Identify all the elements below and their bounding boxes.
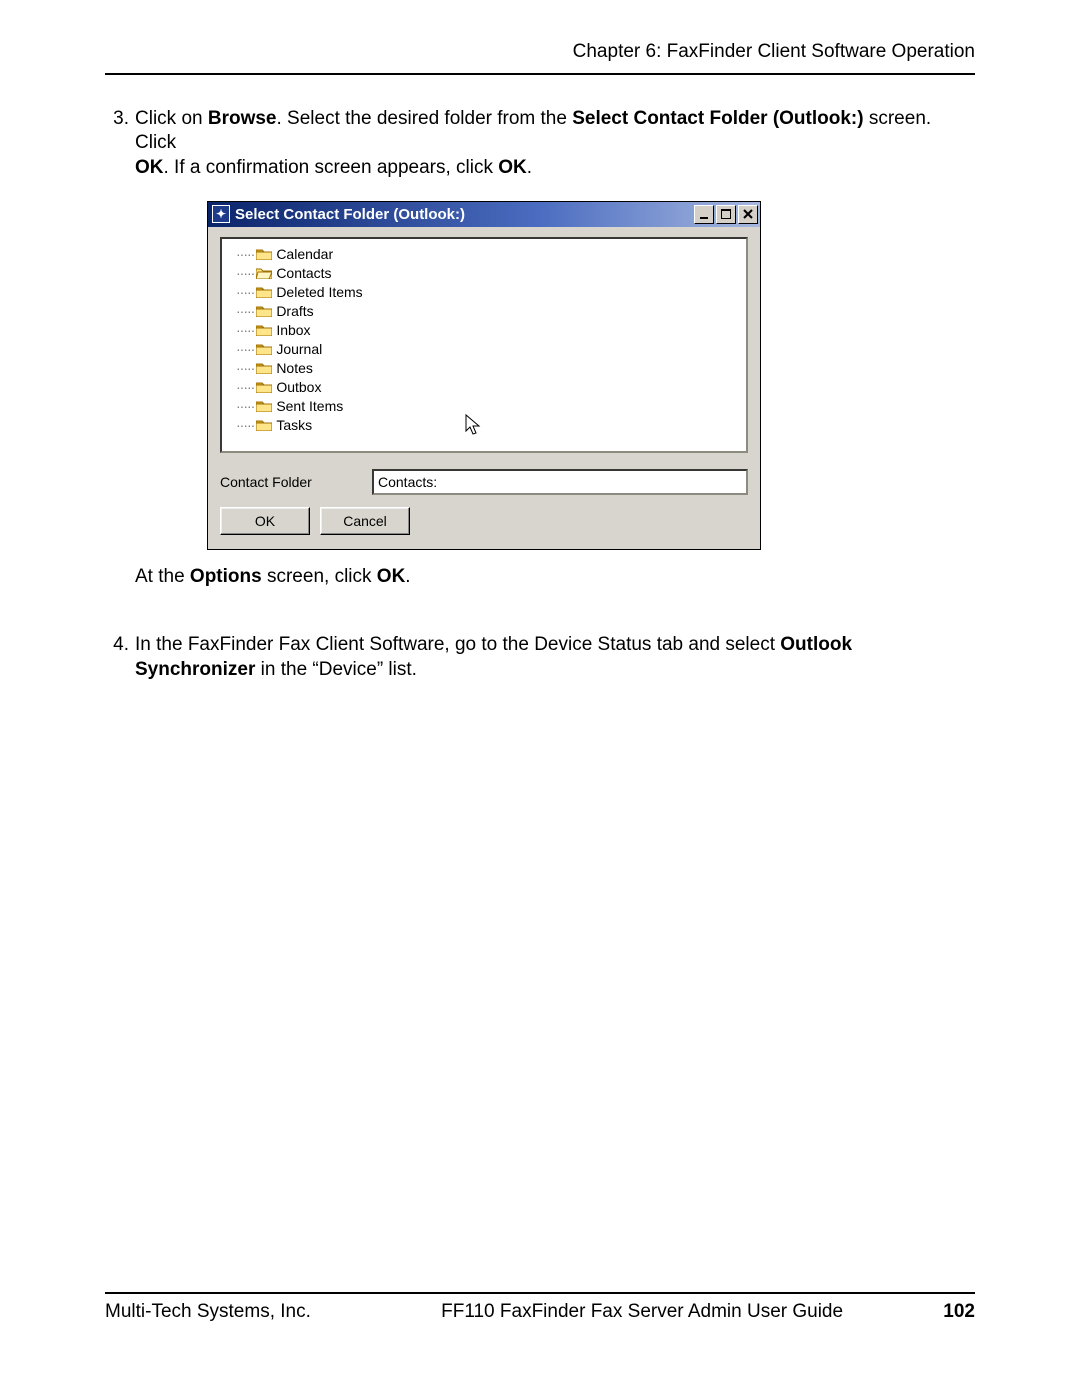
- folder-closed-icon: [256, 419, 272, 431]
- text: .: [405, 566, 410, 587]
- tree-connector-icon: ·····: [236, 397, 254, 415]
- cancel-button[interactable]: Cancel: [320, 507, 410, 535]
- titlebar: ✦ Select Contact Folder (Outlook:): [208, 202, 760, 227]
- tree-item[interactable]: ····· Tasks: [226, 416, 742, 435]
- bold: Select Contact Folder (Outlook:): [572, 108, 863, 129]
- folder-closed-icon: [256, 305, 272, 317]
- tree-item[interactable]: ····· Journal: [226, 340, 742, 359]
- dialog-body: ····· Calendar ····· Contacts ····· Dele…: [208, 227, 760, 549]
- step-number: 4.: [105, 633, 135, 682]
- tree-item-label: Journal: [276, 340, 322, 358]
- step-3: 3. Click on Browse. Select the desired f…: [105, 107, 975, 181]
- tree-item[interactable]: ····· Notes: [226, 359, 742, 378]
- dialog-window: ✦ Select Contact Folder (Outlook:): [207, 201, 761, 550]
- dialog-screenshot: ✦ Select Contact Folder (Outlook:): [207, 201, 759, 550]
- dialog-buttons: OK Cancel: [220, 507, 748, 535]
- contact-folder-label: Contact Folder: [220, 473, 364, 491]
- minimize-button[interactable]: [694, 205, 714, 224]
- tree-item-label: Contacts: [276, 264, 331, 282]
- tree-connector-icon: ·····: [236, 283, 254, 301]
- tree-item[interactable]: ····· Outbox: [226, 378, 742, 397]
- tree-connector-icon: ·····: [236, 321, 254, 339]
- folder-closed-icon: [256, 381, 272, 393]
- tree-item-label: Calendar: [276, 245, 333, 263]
- bold: OK: [498, 157, 527, 178]
- tree-item[interactable]: ····· Sent Items: [226, 397, 742, 416]
- folder-closed-icon: [256, 324, 272, 336]
- text: screen, click: [262, 566, 377, 587]
- tree-item-label: Sent Items: [276, 397, 343, 415]
- contact-folder-value: Contacts:: [378, 473, 437, 491]
- header-rule: [105, 73, 975, 75]
- folder-open-icon: [256, 267, 272, 279]
- bold: OK: [377, 566, 406, 587]
- text: . Select the desired folder from the: [277, 108, 573, 129]
- text: .: [527, 157, 532, 178]
- tree-connector-icon: ·····: [236, 302, 254, 320]
- contact-folder-input[interactable]: Contacts:: [372, 469, 748, 495]
- tree-connector-icon: ·····: [236, 359, 254, 377]
- step-body: In the FaxFinder Fax Client Software, go…: [135, 633, 975, 682]
- text: At the: [135, 566, 190, 587]
- footer-company: Multi-Tech Systems, Inc.: [105, 1300, 311, 1325]
- tree-item-label: Inbox: [276, 321, 310, 339]
- footer-rule: [105, 1292, 975, 1294]
- tree-item[interactable]: ····· Contacts: [226, 264, 742, 283]
- chapter-heading: Chapter 6: FaxFinder Client Software Ope…: [105, 40, 975, 71]
- tree-connector-icon: ·····: [236, 378, 254, 396]
- contact-folder-row: Contact Folder Contacts:: [220, 469, 748, 495]
- maximize-icon: [721, 209, 731, 219]
- tree-item[interactable]: ····· Deleted Items: [226, 283, 742, 302]
- tree-item-label: Notes: [276, 359, 313, 377]
- tree-item[interactable]: ····· Calendar: [226, 245, 742, 264]
- step-3-trailing: At the Options screen, click OK.: [135, 565, 975, 590]
- step-number: 3.: [105, 107, 135, 181]
- maximize-button[interactable]: [716, 205, 736, 224]
- tree-item-label: Drafts: [276, 302, 313, 320]
- text: In the FaxFinder Fax Client Software, go…: [135, 634, 780, 655]
- page-number: 102: [943, 1300, 975, 1325]
- folder-closed-icon: [256, 400, 272, 412]
- tree-item[interactable]: ····· Drafts: [226, 302, 742, 321]
- folder-closed-icon: [256, 286, 272, 298]
- tree-connector-icon: ·····: [236, 340, 254, 358]
- bold: Options: [190, 566, 262, 587]
- tree-item-label: Tasks: [276, 416, 312, 434]
- ok-button[interactable]: OK: [220, 507, 310, 535]
- tree-connector-icon: ·····: [236, 416, 254, 434]
- close-icon: [743, 209, 753, 219]
- window-controls: [694, 205, 758, 224]
- bold: Browse: [208, 108, 277, 129]
- close-button[interactable]: [738, 205, 758, 224]
- text: . If a confirmation screen appears, clic…: [164, 157, 499, 178]
- folder-closed-icon: [256, 362, 272, 374]
- minimize-icon: [699, 209, 709, 219]
- footer-title: FF110 FaxFinder Fax Server Admin User Gu…: [311, 1300, 943, 1325]
- app-icon: ✦: [212, 205, 230, 223]
- bold: OK: [135, 157, 164, 178]
- cursor-icon: [464, 413, 484, 441]
- tree-item-label: Deleted Items: [276, 283, 362, 301]
- folder-tree[interactable]: ····· Calendar ····· Contacts ····· Dele…: [220, 237, 748, 453]
- text: Click on: [135, 108, 208, 129]
- tree-connector-icon: ·····: [236, 245, 254, 263]
- tree-connector-icon: ·····: [236, 264, 254, 282]
- page-footer: Multi-Tech Systems, Inc. FF110 FaxFinder…: [105, 1292, 975, 1325]
- folder-closed-icon: [256, 248, 272, 260]
- step-4: 4. In the FaxFinder Fax Client Software,…: [105, 633, 975, 682]
- text: in the “Device” list.: [255, 659, 417, 680]
- tree-item[interactable]: ····· Inbox: [226, 321, 742, 340]
- folder-closed-icon: [256, 343, 272, 355]
- tree-item-label: Outbox: [276, 378, 321, 396]
- step-body: Click on Browse. Select the desired fold…: [135, 107, 975, 181]
- window-title: Select Contact Folder (Outlook:): [235, 205, 465, 225]
